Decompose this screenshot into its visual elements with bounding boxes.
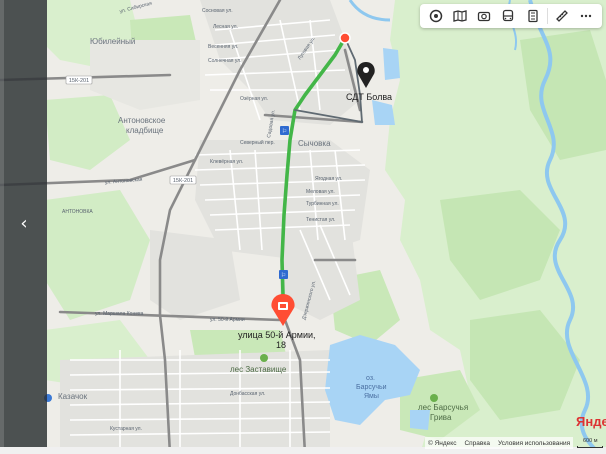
brand-logo[interactable]: Яндекс — [576, 414, 606, 429]
place-kazachok: Казачок — [58, 392, 88, 401]
street-label: ул. Маршала Конева — [95, 311, 144, 317]
street-label: Кустарная ул. — [110, 426, 142, 432]
panorama-icon — [453, 10, 467, 22]
more-icon — [580, 14, 592, 18]
camera-button[interactable] — [474, 6, 494, 26]
route-start-marker — [339, 32, 351, 44]
place-kladbishche: кладбище — [126, 126, 164, 135]
street-label: Турбинная ул. — [306, 201, 339, 207]
traffic-icon — [527, 9, 538, 23]
place-yubileyny: Юбилейный — [90, 37, 135, 46]
place-ozero-2: Барсучьи — [356, 384, 387, 391]
gallery-overlay: ‹ — [0, 0, 47, 454]
layers-button[interactable] — [426, 6, 446, 26]
ruler-button[interactable] — [552, 6, 572, 26]
place-antonovskoe: Антоновское — [118, 116, 166, 125]
toolbar-divider — [546, 8, 548, 24]
street-label: Тенистая ул. — [306, 217, 335, 223]
chevron-left-icon[interactable]: ‹ — [14, 214, 34, 234]
origin-label-line2: 18 — [276, 340, 286, 350]
place-les-barsuchya-2: Грива — [430, 413, 452, 422]
copyright-text: © Яндекс — [428, 439, 457, 447]
more-button[interactable] — [576, 6, 596, 26]
place-antonovka: АНТОНОВКА — [62, 209, 93, 215]
svg-text:⚐: ⚐ — [281, 272, 286, 279]
road-label-1: 15К-201 — [69, 78, 89, 84]
origin-label-line1: улица 50-й Армии, — [238, 330, 316, 340]
terms-link[interactable]: Условия использования — [498, 440, 570, 447]
ruler-icon — [555, 10, 568, 22]
layers-icon — [429, 9, 443, 23]
place-les-zastavishche: лес Заставище — [230, 365, 287, 374]
place-ozero-3: Ямы — [364, 393, 379, 400]
place-les-barsuchya-1: лес Барсучья — [418, 403, 468, 412]
transport-button[interactable] — [498, 6, 518, 26]
street-label: Солнечная ул. — [208, 58, 242, 64]
street-label: Лесная ул. — [213, 24, 238, 30]
street-label: Озёрная ул. — [240, 96, 268, 102]
road-label-2: 15К-201 — [173, 178, 193, 184]
street-label: Донбасская ул. — [230, 391, 265, 397]
scale-label: 600 м — [583, 438, 598, 444]
help-link[interactable]: Справка — [464, 440, 490, 447]
street-label: Северный пер. — [240, 139, 275, 146]
destination-label: СДТ Болва — [346, 92, 392, 102]
street-label: Сосновая ул. — [202, 8, 233, 14]
panorama-button[interactable] — [450, 6, 470, 26]
place-bezhitsa: Сычовка — [298, 139, 331, 148]
place-ozero-1: оз. — [366, 375, 375, 382]
map-toolbar — [420, 4, 602, 28]
street-label: Ягодная ул. — [315, 176, 342, 182]
map-canvas[interactable]: ⚐ ⚐ 15К-201 15К-201 Юбилейный Антоновско… — [0, 0, 606, 454]
svg-text:⚐: ⚐ — [282, 128, 287, 135]
street-label: ул. 50-й Армии — [210, 316, 245, 323]
gallery-edge — [0, 0, 4, 454]
camera-icon — [478, 11, 491, 22]
street-label: Меловая ул. — [306, 189, 335, 195]
attribution-bar: © Яндекс Справка Условия использования — [425, 437, 574, 449]
traffic-button[interactable] — [523, 6, 543, 26]
street-label: Весенняя ул. — [208, 44, 238, 50]
bus-icon — [503, 9, 514, 22]
scale-bar — [577, 446, 603, 448]
street-label: Клевёрная ул. — [210, 159, 243, 165]
